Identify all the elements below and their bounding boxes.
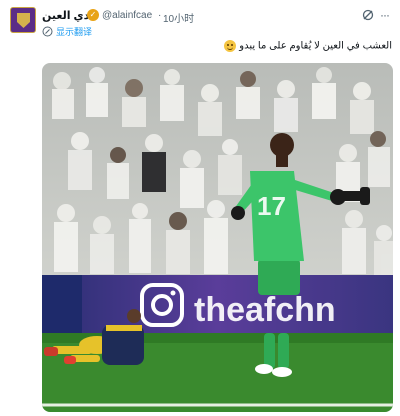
user-handle[interactable]: @alainfcae [102, 10, 152, 21]
separator: · [158, 10, 162, 21]
tweet-photo[interactable]: theafchn 17 [42, 63, 393, 412]
avatar[interactable] [10, 7, 36, 33]
show-translation-link[interactable]: 显示翻译 [56, 25, 92, 38]
smiling-face-emoji [224, 40, 237, 52]
more-options-icon[interactable]: ··· [380, 8, 390, 22]
edit-translate-icon [42, 26, 53, 37]
jersey-number: 17 [257, 191, 286, 221]
verified-badge-icon: ✓ [87, 9, 99, 21]
tweet-text: العشب في العين لا يُقاوم على ما يبدو [221, 40, 392, 52]
al-ain-club-crest-icon [17, 13, 30, 28]
ad-board-left-panel [42, 275, 82, 333]
post-time[interactable]: 10小时 [163, 10, 194, 25]
tweet-body: العشب في العين لا يُقاوم على ما يبدو [239, 40, 392, 52]
grok-icon[interactable] [362, 9, 374, 21]
ad-board-text: theafchn [194, 291, 336, 329]
match-photo: theafchn 17 [42, 63, 393, 412]
